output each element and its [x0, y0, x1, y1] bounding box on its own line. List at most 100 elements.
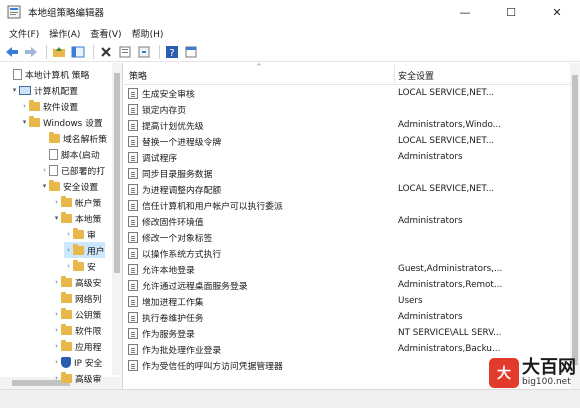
folder-icon [73, 227, 84, 239]
column-header: ^ 策略 安全设置 [124, 63, 570, 85]
tree-item[interactable]: › 已部署的打 [40, 162, 105, 178]
minimize-button[interactable]: — [442, 0, 488, 24]
policy-icon [128, 151, 138, 163]
menu-view[interactable]: 查看(V) [85, 27, 126, 40]
scrollbar-thumb[interactable] [114, 73, 120, 273]
tree-item[interactable]: ▾ 本地策 [52, 210, 101, 226]
tree-item[interactable]: › 审 [64, 226, 96, 242]
policy-icon [128, 263, 138, 275]
policy-setting: LOCAL SERVICE,NET... [398, 88, 495, 98]
forward-icon[interactable] [23, 44, 39, 60]
policy-name: 提高计划优先级 [142, 121, 204, 132]
policy-row[interactable]: 修改固件环境值 Administrators [124, 213, 570, 229]
tree-item-label: Windows 设置 [43, 118, 103, 129]
collapsed-arrow-icon[interactable]: › [64, 230, 73, 238]
tree-item[interactable]: › 帐户策 [52, 194, 101, 210]
tree-item[interactable]: › 高级安 [52, 274, 101, 290]
tree-item[interactable]: ▾ Windows 设置 [20, 114, 103, 130]
policy-setting: Administrators [398, 152, 463, 162]
expanded-arrow-icon[interactable]: ▾ [40, 182, 49, 190]
policy-setting: Administrators,Remot... [398, 280, 503, 290]
list-vertical-scrollbar[interactable] [570, 63, 580, 389]
tree-item[interactable]: › 安 [64, 258, 96, 274]
tree-item[interactable]: ▾ 计算机配置 [10, 82, 78, 98]
tree-item[interactable]: ▾ 安全设置 [40, 178, 98, 194]
expanded-arrow-icon[interactable]: ▾ [10, 86, 19, 94]
menu-help[interactable]: 帮助(H) [127, 27, 169, 40]
tree-item[interactable]: › 软件限 [52, 322, 101, 338]
policy-row[interactable]: 提高计划优先级 Administrators,Windo... [124, 117, 570, 133]
show-hide-tree-icon[interactable] [70, 44, 86, 60]
gpedit-app-icon [6, 4, 22, 20]
policy-setting: Administrators,Windo... [398, 120, 502, 130]
collapsed-arrow-icon[interactable]: › [52, 374, 61, 382]
expanded-arrow-icon[interactable]: ▾ [52, 214, 61, 222]
properties-icon[interactable] [117, 44, 133, 60]
back-icon[interactable] [4, 44, 20, 60]
policy-row[interactable]: 为进程调整内存配额 LOCAL SERVICE,NET... [124, 181, 570, 197]
folder-icon [61, 195, 72, 207]
policy-row[interactable]: 生成安全审核 LOCAL SERVICE,NET... [124, 85, 570, 101]
view-icon[interactable] [183, 44, 199, 60]
policy-row[interactable]: 作为批处理作业登录 Administrators,Backu... [124, 341, 570, 357]
collapsed-arrow-icon[interactable]: › [52, 310, 61, 318]
delete-icon[interactable] [98, 44, 114, 60]
collapsed-arrow-icon[interactable]: › [52, 326, 61, 334]
collapsed-arrow-icon[interactable]: › [52, 358, 61, 366]
close-button[interactable]: ✕ [534, 0, 580, 24]
policy-row[interactable]: 修改一个对象标签 [124, 229, 570, 245]
policy-row[interactable]: 替换一个进程级令牌 LOCAL SERVICE,NET... [124, 133, 570, 149]
policy-row[interactable]: 允许本地登录 Guest,Administrators,... [124, 261, 570, 277]
policy-row[interactable]: 允许通过远程桌面服务登录 Administrators,Remot... [124, 277, 570, 293]
policy-row[interactable]: 作为服务登录 NT SERVICE\ALL SERV... [124, 325, 570, 341]
policy-row[interactable]: 调试程序 Administrators [124, 149, 570, 165]
doc-icon [49, 148, 58, 160]
watermark: 大 大百网 big100.net [489, 358, 576, 388]
tree-vertical-scrollbar[interactable] [112, 63, 122, 375]
collapsed-arrow-icon[interactable]: › [52, 278, 61, 286]
policy-setting: LOCAL SERVICE,NET... [398, 184, 495, 194]
tree-item-label: 域名解析策 [63, 134, 107, 145]
tree-item[interactable]: › IP 安全 [52, 354, 102, 370]
expanded-arrow-icon[interactable]: ▾ [20, 118, 29, 126]
column-divider[interactable] [394, 65, 395, 83]
tree-item[interactable]: › 应用程 [52, 338, 101, 354]
collapsed-arrow-icon[interactable]: › [20, 102, 29, 110]
policy-row[interactable]: 锁定内存页 [124, 101, 570, 117]
policy-row[interactable]: 信任计算机和用户帐户可以执行委派 [124, 197, 570, 213]
up-folder-icon[interactable] [51, 44, 67, 60]
collapsed-arrow-icon[interactable]: › [52, 198, 61, 206]
collapsed-arrow-icon[interactable]: › [52, 342, 61, 350]
tree-item[interactable]: › 用户 [64, 242, 105, 258]
tree-item[interactable]: › 软件设置 [20, 98, 78, 114]
policy-row[interactable]: 以操作系统方式执行 [124, 245, 570, 261]
column-policy[interactable]: 策略 [129, 69, 147, 82]
collapsed-arrow-icon[interactable]: › [64, 262, 73, 270]
policy-row[interactable]: 同步目录服务数据 [124, 165, 570, 181]
scrollbar-thumb[interactable] [572, 75, 578, 365]
collapsed-arrow-icon[interactable]: › [40, 166, 49, 174]
tree-item[interactable]: › 高级审 [52, 370, 101, 386]
maximize-button[interactable]: ☐ [488, 0, 534, 24]
tree-item-label: 应用程 [75, 342, 102, 353]
export-icon[interactable] [136, 44, 152, 60]
menu-file[interactable]: 文件(F) [4, 27, 44, 40]
tree-item[interactable]: 本地计算机 策略 [4, 66, 89, 82]
menu-action[interactable]: 操作(A) [44, 27, 85, 40]
policy-name: 替换一个进程级令牌 [142, 137, 222, 148]
column-security-setting[interactable]: 安全设置 [398, 69, 434, 82]
tree-item[interactable]: 网络列 [52, 290, 101, 306]
folder-icon [61, 275, 72, 287]
policy-row[interactable]: 执行卷维护任务 Administrators [124, 309, 570, 325]
tree-item[interactable]: 脚本(启动 [40, 146, 100, 162]
policy-row[interactable]: 增加进程工作集 Users [124, 293, 570, 309]
tree-item-label: 安全设置 [63, 182, 99, 193]
tree-item-label: 用户 [87, 246, 105, 257]
help-icon[interactable]: ? [164, 44, 180, 60]
collapsed-arrow-icon[interactable]: › [64, 246, 73, 254]
tree-pane[interactable]: 本地计算机 策略 ▾ 计算机配置 › 软件设置 ▾ Windows 设置 域名解析策 脚本(启动… [0, 63, 123, 389]
policy-icon [128, 231, 138, 243]
policy-icon [128, 279, 138, 291]
tree-item[interactable]: › 公钥策 [52, 306, 101, 322]
tree-item[interactable]: 域名解析策 [40, 130, 107, 146]
